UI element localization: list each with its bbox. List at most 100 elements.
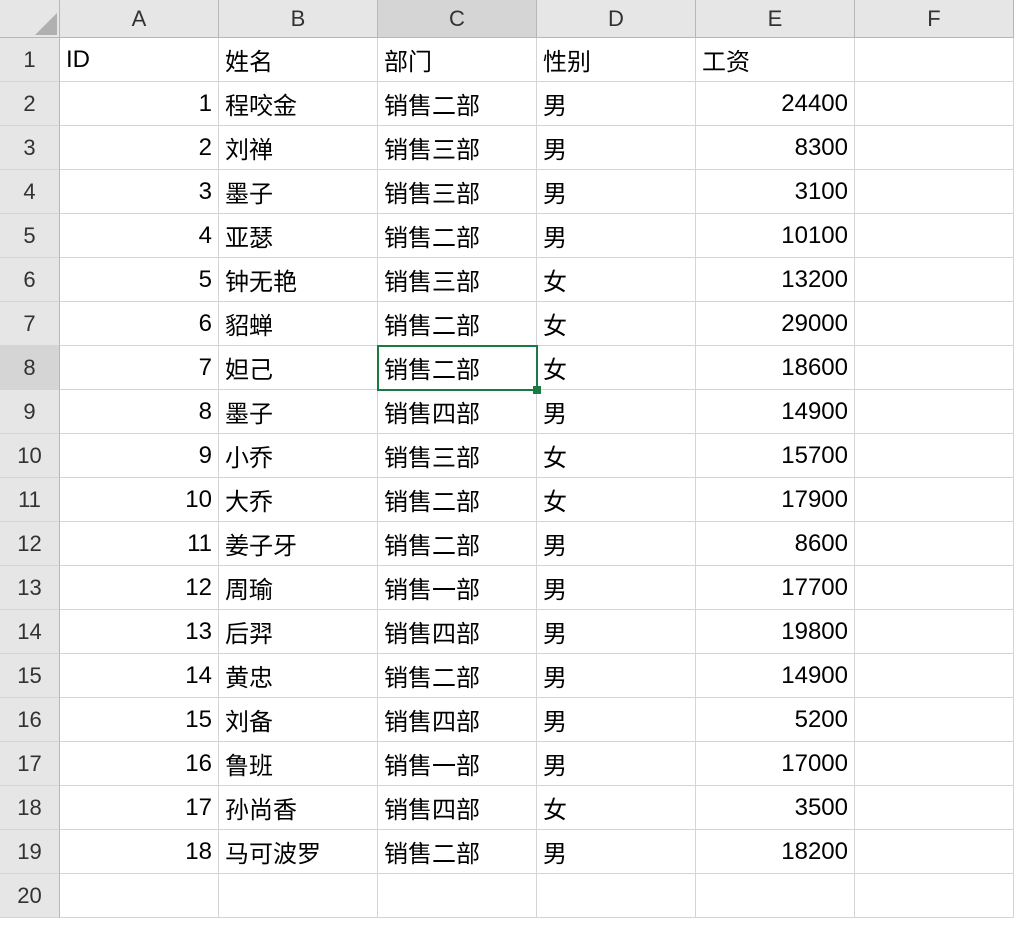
column-header-e[interactable]: E — [696, 0, 855, 38]
row-header[interactable]: 7 — [0, 302, 60, 346]
row-header[interactable]: 10 — [0, 434, 60, 478]
cell[interactable]: 女 — [537, 434, 696, 478]
cell[interactable]: 1 — [60, 82, 219, 126]
cell[interactable]: 女 — [537, 302, 696, 346]
cell[interactable] — [855, 434, 1014, 478]
header-cell[interactable]: 姓名 — [219, 38, 378, 82]
row-header[interactable]: 3 — [0, 126, 60, 170]
cell[interactable]: 17900 — [696, 478, 855, 522]
cell[interactable]: 24400 — [696, 82, 855, 126]
column-header-d[interactable]: D — [537, 0, 696, 38]
cell[interactable]: 销售三部 — [378, 258, 537, 302]
cell[interactable]: 男 — [537, 610, 696, 654]
cell[interactable]: 12 — [60, 566, 219, 610]
cell[interactable]: 18600 — [696, 346, 855, 390]
cell[interactable]: 男 — [537, 170, 696, 214]
cell[interactable]: 15700 — [696, 434, 855, 478]
cell[interactable]: 男 — [537, 566, 696, 610]
cell[interactable]: 男 — [537, 654, 696, 698]
cell[interactable]: 17000 — [696, 742, 855, 786]
cell[interactable]: 销售二部 — [378, 830, 537, 874]
row-header[interactable]: 1 — [0, 38, 60, 82]
cell[interactable]: 销售三部 — [378, 170, 537, 214]
cell[interactable]: 29000 — [696, 302, 855, 346]
cell[interactable] — [855, 478, 1014, 522]
header-cell[interactable] — [855, 38, 1014, 82]
cell[interactable]: 男 — [537, 82, 696, 126]
cell[interactable] — [855, 654, 1014, 698]
cell[interactable] — [219, 874, 378, 918]
cell[interactable]: 销售四部 — [378, 610, 537, 654]
cell[interactable] — [696, 874, 855, 918]
cell[interactable]: 黄忠 — [219, 654, 378, 698]
cell[interactable]: 4 — [60, 214, 219, 258]
cell[interactable]: 销售三部 — [378, 434, 537, 478]
cell[interactable] — [855, 742, 1014, 786]
row-header[interactable]: 13 — [0, 566, 60, 610]
cell[interactable]: 10100 — [696, 214, 855, 258]
header-cell[interactable]: 性别 — [537, 38, 696, 82]
cell[interactable]: 妲己 — [219, 346, 378, 390]
cell[interactable] — [855, 698, 1014, 742]
cell[interactable]: 7 — [60, 346, 219, 390]
cell[interactable]: 销售二部 — [378, 654, 537, 698]
cell[interactable] — [855, 126, 1014, 170]
cell[interactable]: 销售二部 — [378, 346, 537, 390]
cell[interactable]: 9 — [60, 434, 219, 478]
row-header[interactable]: 15 — [0, 654, 60, 698]
cell[interactable]: 13200 — [696, 258, 855, 302]
row-header[interactable]: 2 — [0, 82, 60, 126]
cell[interactable]: 墨子 — [219, 390, 378, 434]
cell[interactable]: 销售四部 — [378, 390, 537, 434]
row-header[interactable]: 19 — [0, 830, 60, 874]
cell[interactable]: 17700 — [696, 566, 855, 610]
cell[interactable]: 男 — [537, 698, 696, 742]
cell[interactable] — [378, 874, 537, 918]
cell[interactable]: 女 — [537, 258, 696, 302]
cell[interactable] — [855, 786, 1014, 830]
row-header[interactable]: 14 — [0, 610, 60, 654]
cell[interactable]: 2 — [60, 126, 219, 170]
row-header[interactable]: 6 — [0, 258, 60, 302]
cell[interactable]: 15 — [60, 698, 219, 742]
cell[interactable] — [855, 258, 1014, 302]
row-header[interactable]: 12 — [0, 522, 60, 566]
cell[interactable] — [855, 390, 1014, 434]
column-header-a[interactable]: A — [60, 0, 219, 38]
cell[interactable]: 13 — [60, 610, 219, 654]
row-header[interactable]: 16 — [0, 698, 60, 742]
cell[interactable]: 14900 — [696, 654, 855, 698]
cell[interactable]: 销售二部 — [378, 82, 537, 126]
cell[interactable]: 销售四部 — [378, 786, 537, 830]
cell[interactable]: 亚瑟 — [219, 214, 378, 258]
cell[interactable]: 周瑜 — [219, 566, 378, 610]
cell[interactable]: 女 — [537, 478, 696, 522]
cell[interactable]: 11 — [60, 522, 219, 566]
cell[interactable]: 18200 — [696, 830, 855, 874]
row-header[interactable]: 4 — [0, 170, 60, 214]
cell[interactable]: 刘禅 — [219, 126, 378, 170]
cell[interactable]: 5 — [60, 258, 219, 302]
cell[interactable]: 19800 — [696, 610, 855, 654]
cell[interactable]: 14 — [60, 654, 219, 698]
cell[interactable]: 男 — [537, 522, 696, 566]
cell[interactable]: 销售二部 — [378, 302, 537, 346]
cell[interactable]: 女 — [537, 346, 696, 390]
cell[interactable]: 刘备 — [219, 698, 378, 742]
header-cell[interactable]: 工资 — [696, 38, 855, 82]
cell[interactable] — [855, 214, 1014, 258]
cell[interactable]: 6 — [60, 302, 219, 346]
cell[interactable]: 孙尚香 — [219, 786, 378, 830]
cell[interactable]: 女 — [537, 786, 696, 830]
cell[interactable]: 16 — [60, 742, 219, 786]
cell[interactable]: 3500 — [696, 786, 855, 830]
cell[interactable] — [855, 566, 1014, 610]
column-header-c[interactable]: C — [378, 0, 537, 38]
select-all-corner[interactable] — [0, 0, 60, 38]
cell[interactable]: 8 — [60, 390, 219, 434]
row-header[interactable]: 18 — [0, 786, 60, 830]
cell[interactable]: 3100 — [696, 170, 855, 214]
cell[interactable]: 貂蝉 — [219, 302, 378, 346]
cell[interactable] — [855, 346, 1014, 390]
cell[interactable]: 墨子 — [219, 170, 378, 214]
